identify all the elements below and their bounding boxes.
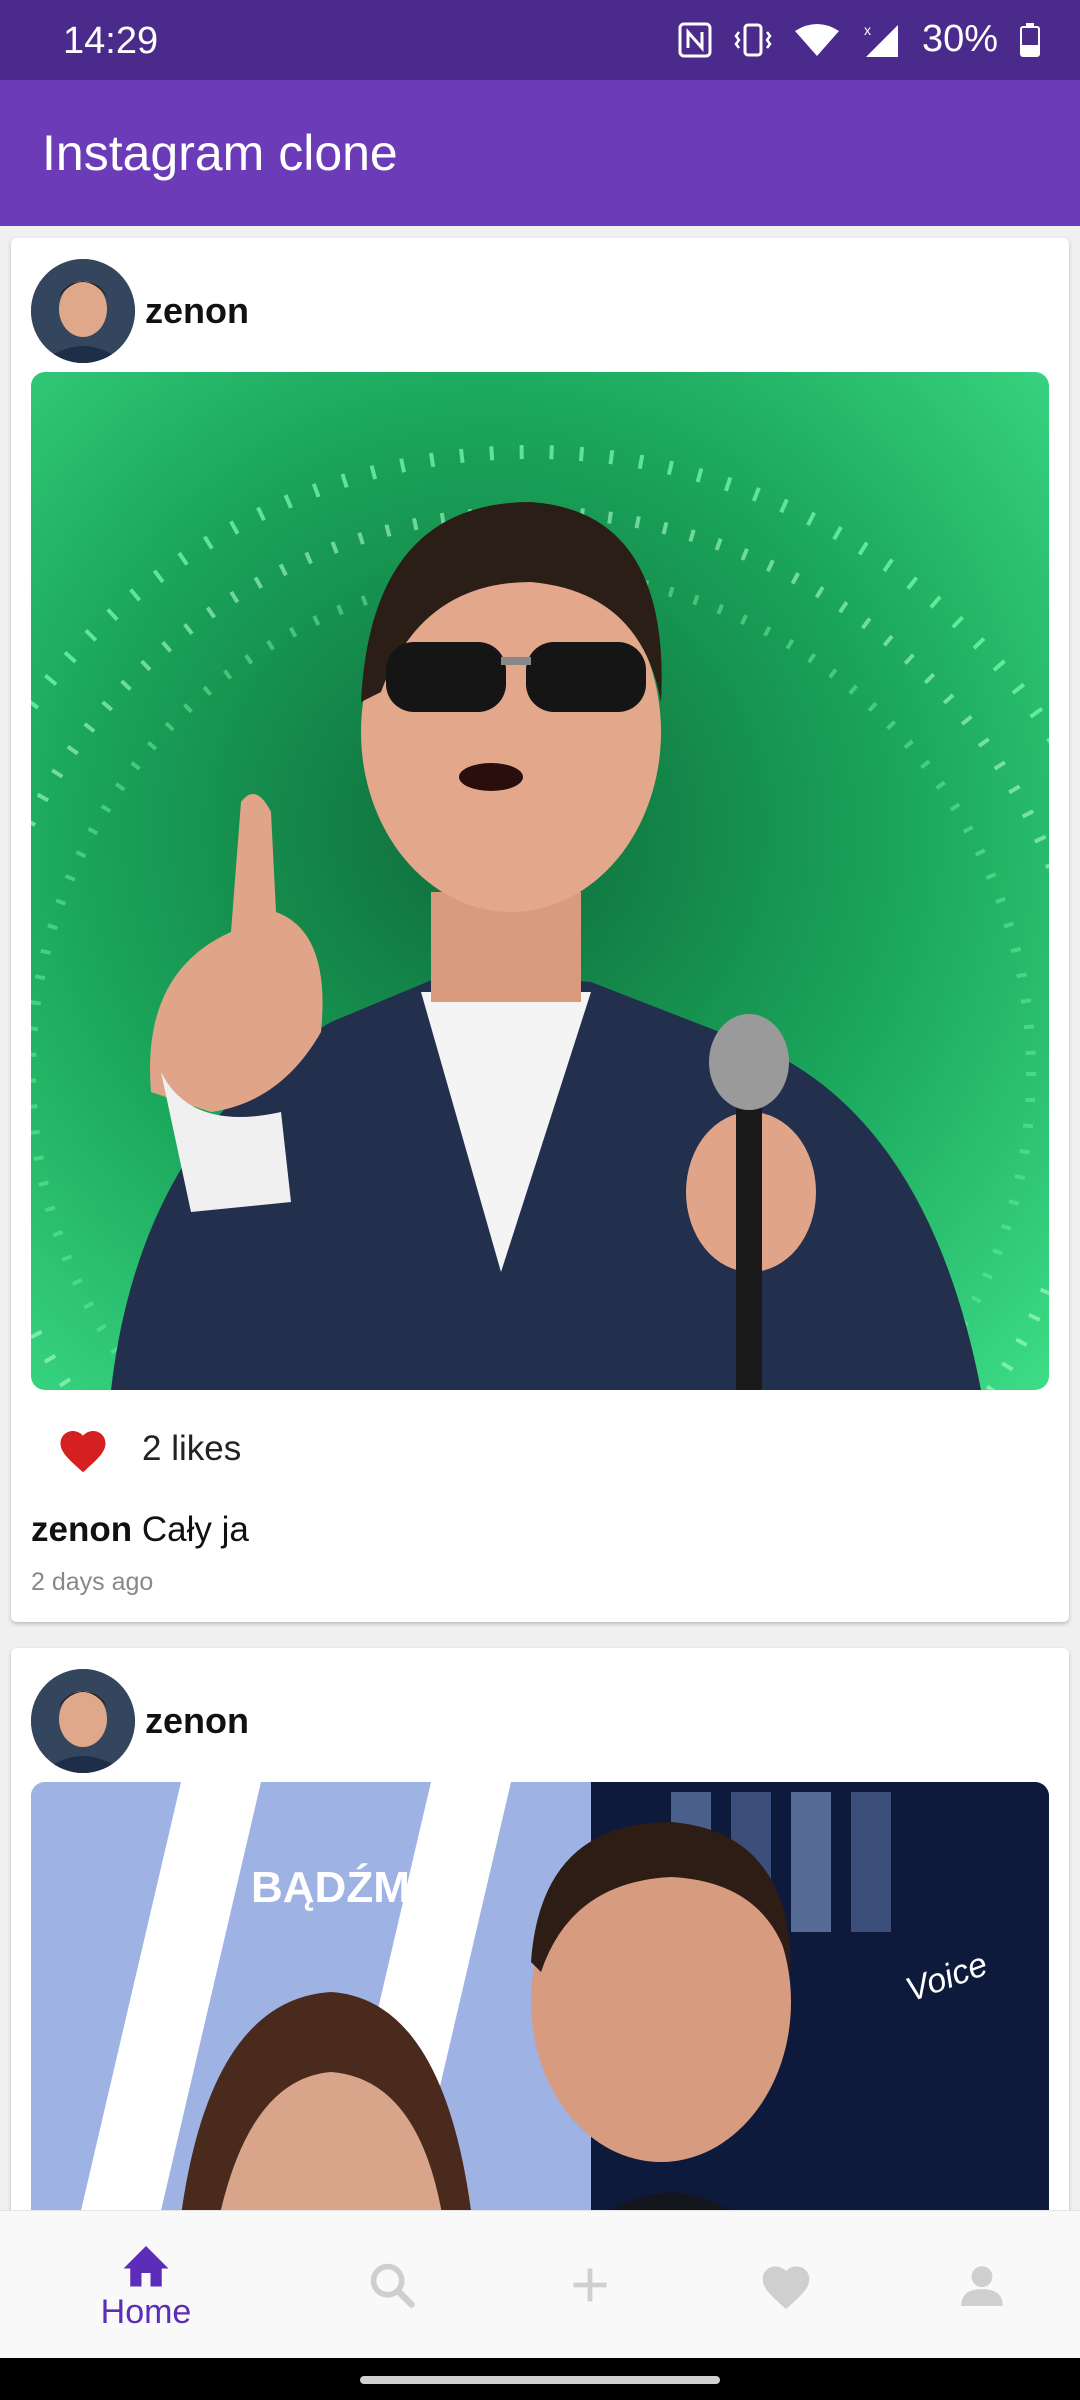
heart-icon <box>762 2266 810 2310</box>
post-feed[interactable]: zenon 2 likes zenon Cały ja 2 days ago z… <box>0 226 1080 2210</box>
post-header[interactable]: zenon <box>31 1668 249 1774</box>
battery-icon <box>1020 22 1040 57</box>
banner-text: BĄDŹMY <box>251 1862 439 1912</box>
gesture-handle[interactable] <box>360 2376 720 2384</box>
post-card: zenon 2 likes zenon Cały ja 2 days ago <box>11 238 1069 1622</box>
bottom-navigation: Home <box>0 2210 1080 2359</box>
post-image[interactable] <box>31 372 1049 1390</box>
nav-home[interactable]: Home <box>38 2211 254 2359</box>
nav-search[interactable] <box>284 2211 500 2359</box>
avatar[interactable] <box>31 259 135 363</box>
post-caption: zenon Cały ja <box>31 1510 249 1550</box>
battery-text: 30% <box>921 18 998 60</box>
likes-count: 2 likes <box>142 1429 242 1468</box>
nav-home-label: Home <box>100 2292 192 2331</box>
profile-icon <box>961 2266 1003 2306</box>
app-title: Instagram clone <box>42 125 398 181</box>
vibrate-icon <box>734 23 772 56</box>
post-image[interactable]: BĄDŹMY Voice <box>31 1782 1049 2210</box>
search-icon <box>370 2263 415 2308</box>
post-timestamp: 2 days ago <box>31 1568 154 1596</box>
wifi-icon <box>794 23 839 56</box>
post-username[interactable]: zenon <box>145 290 249 332</box>
post-username[interactable]: zenon <box>145 1700 249 1742</box>
post-header[interactable]: zenon <box>31 258 249 364</box>
avatar[interactable] <box>31 1669 135 1773</box>
svg-text:x: x <box>864 22 871 38</box>
gesture-area <box>0 2358 1080 2400</box>
status-time: 14:29 <box>63 20 159 62</box>
status-icons: x 30% <box>678 18 1040 61</box>
caption-username[interactable]: zenon <box>31 1510 132 1549</box>
heart-icon[interactable] <box>56 1424 110 1474</box>
post-card: zenon BĄDŹMY Voice <box>11 1648 1069 2210</box>
add-icon <box>573 2268 607 2302</box>
nfc-icon <box>678 22 712 57</box>
home-icon <box>123 2245 169 2286</box>
nav-profile[interactable] <box>874 2211 1080 2359</box>
signal-icon: x <box>864 22 898 57</box>
nav-activity[interactable] <box>678 2211 894 2359</box>
app-bar: Instagram clone <box>0 80 1080 226</box>
post-actions: 2 likes <box>56 1424 241 1474</box>
nav-add-post[interactable] <box>482 2211 698 2359</box>
status-bar: 14:29 x 30% <box>0 0 1080 80</box>
caption-text: Cały ja <box>141 1510 249 1549</box>
